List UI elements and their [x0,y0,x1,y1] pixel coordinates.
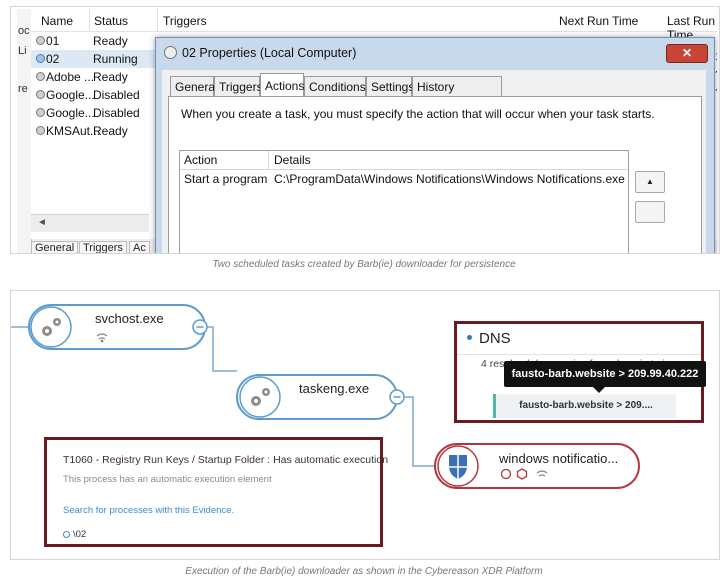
task-status: Ready [93,34,128,48]
move-down-button[interactable] [635,201,665,223]
dialog-title-text: 02 Properties (Local Computer) [182,46,357,60]
evidence-value-text: \02 [73,529,87,540]
xdr-figure: svchost.exe taskeng.exe windows notifica… [10,290,720,560]
column-header-name[interactable]: Name [41,14,73,28]
task-list-header: Name Status Triggers Next Run Time Last … [31,9,717,42]
tooltip-text: fausto-barb.website > 209.99.40.222 [511,368,699,380]
evidence-panel: T1060 - Registry Run Keys / Startup Fold… [44,437,388,547]
task-clock-icon [36,36,45,45]
actions-table-header: Action Details [180,151,628,170]
evidence-value: \02 [63,529,86,540]
left-pane-strip: oc Li re [17,9,32,253]
column-divider [268,151,269,169]
bottom-tab-triggers[interactable]: Triggers [79,241,127,253]
task-status: Running [93,52,138,66]
dns-tooltip: fausto-barb.website > 209.99.40.222 [504,361,706,393]
close-button[interactable]: ✕ [666,44,708,63]
table-row[interactable]: Start a program C:\ProgramData\Windows N… [180,170,628,188]
dns-title: DNS [467,330,511,347]
evidence-title: T1060 - Registry Run Keys / Startup Fold… [63,454,389,466]
bottom-tab-strip: General Triggers Ac [31,239,161,253]
arrow-up-icon: ▲ [646,177,654,186]
connector-line [403,396,435,467]
tab-settings[interactable]: Settings [366,76,414,96]
task-row[interactable]: 01 Ready [31,32,161,50]
evidence-description: This process has an automatic execution … [63,474,272,485]
task-clock-icon [36,108,45,117]
column-header-next-run[interactable]: Next Run Time [559,14,638,28]
task-clock-icon [36,90,45,99]
task-row[interactable]: Adobe ... Ready [31,68,161,86]
task-row[interactable]: KMSAut... Ready [31,122,161,140]
column-header-status[interactable]: Status [94,14,128,28]
task-row-selected[interactable]: 02 Running [31,50,161,68]
task-status: Ready [93,124,128,138]
node-label-taskeng[interactable]: taskeng.exe [299,381,369,396]
caption-figure-1: Two scheduled tasks created by Barb(ie) … [212,259,516,270]
clock-icon [164,46,177,59]
dialog-title: 02 Properties (Local Computer) [164,46,356,60]
actions-description: When you create a task, you must specify… [181,107,655,121]
column-header-action[interactable]: Action [184,153,217,167]
node-label-windows-notifications[interactable]: windows notificatio... [499,451,618,466]
task-status: Disabled [93,88,140,102]
caption-figure-2: Execution of the Barb(ie) downloader as … [185,566,543,577]
node-label-svchost[interactable]: svchost.exe [95,311,164,326]
power-icon [63,531,70,538]
properties-dialog: 02 Properties (Local Computer) ✕ General… [155,37,715,253]
task-row[interactable]: Google... Disabled [31,86,161,104]
evidence-search-link[interactable]: Search for processes with this Evidence. [63,505,234,516]
node-icon-circle [30,306,72,348]
column-header-triggers[interactable]: Triggers [163,14,207,28]
task-clock-icon [36,72,45,81]
bullet-icon [467,335,472,340]
bottom-tab-actions[interactable]: Ac [129,241,150,253]
dns-entry[interactable]: fausto-barb.website > 209.... [493,394,676,418]
task-row[interactable]: Google... Disabled [31,104,161,122]
column-header-details[interactable]: Details [274,153,311,167]
task-status: Ready [93,70,128,84]
left-fragment: re [18,83,28,95]
task-scheduler-figure: oc Li re Name Status Triggers Next Run T… [10,6,720,254]
scroll-left-icon[interactable]: ◄ [37,217,47,228]
bottom-tab-general[interactable]: General [31,241,79,253]
details-cell: C:\ProgramData\Windows Notifications\Win… [274,172,625,186]
tab-conditions[interactable]: Conditions [304,76,366,96]
task-name: 02 [46,52,60,66]
task-clock-icon [36,126,45,135]
dialog-body: General Triggers Actions Conditions Sett… [162,70,706,253]
close-icon: ✕ [681,46,693,60]
right-fragment: 1 [715,51,717,63]
right-fragment: ? [715,69,717,81]
task-name: 01 [46,34,60,48]
action-cell: Start a program [184,172,268,186]
task-name: KMSAut... [46,124,101,138]
tab-triggers[interactable]: Triggers [214,76,263,96]
move-up-button[interactable]: ▲ [635,171,665,193]
tab-history[interactable]: History (disabled) [412,76,502,114]
tab-general[interactable]: General [170,76,218,96]
task-name: Adobe ... [46,70,95,84]
divider [457,354,701,355]
tooltip-arrow [593,387,605,393]
actions-table: Action Details Start a program C:\Progra… [179,150,629,253]
dns-title-text: DNS [479,330,511,347]
right-fragment: ? [715,87,717,99]
left-fragment: oc [18,25,30,37]
node-icon-circle [239,376,281,418]
column-divider [157,9,158,31]
task-status: Disabled [93,106,140,120]
column-divider [89,9,90,31]
horizontal-scrollbar[interactable]: ◄ [31,214,149,232]
task-name: Google... [46,88,95,102]
left-fragment: Li [18,45,27,57]
task-name: Google... [46,106,95,120]
tab-actions[interactable]: Actions [260,73,304,97]
actions-panel: When you create a task, you must specify… [168,96,702,253]
task-clock-icon [36,54,45,63]
connector-line [207,326,237,372]
